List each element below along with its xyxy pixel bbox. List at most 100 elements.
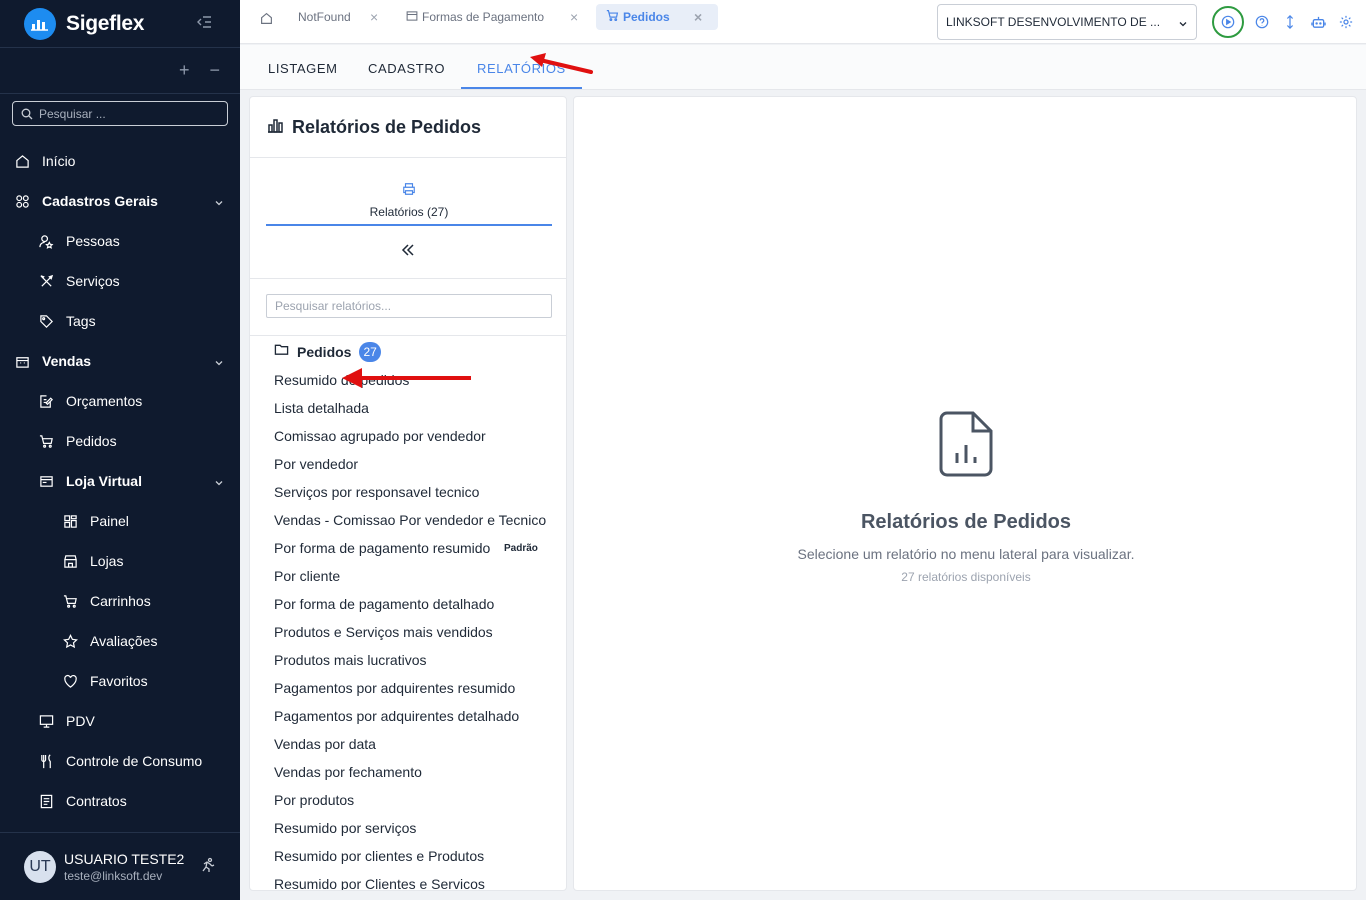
- tab-pedidos[interactable]: Pedidos ×: [596, 4, 718, 30]
- report-item[interactable]: Por forma de pagamento detalhado: [250, 590, 566, 618]
- expand-all-icon[interactable]: +: [179, 60, 190, 81]
- tab-listagem[interactable]: LISTAGEM: [268, 61, 338, 76]
- report-viewer: Relatórios de Pedidos Selecione um relat…: [573, 96, 1357, 891]
- sidebar-item-carrinhos[interactable]: Carrinhos: [0, 581, 240, 621]
- tab-relatorios-count[interactable]: Relatórios (27): [266, 182, 552, 226]
- report-item-label: Por forma de pagamento detalhado: [274, 596, 495, 612]
- report-item[interactable]: Por forma de pagamento resumido Padrão: [250, 534, 566, 562]
- star-icon: [62, 633, 78, 649]
- collapse-sidebar-icon[interactable]: [196, 14, 212, 35]
- sidebar-item-orcamentos[interactable]: Orçamentos: [0, 381, 240, 421]
- collapse-panel-icon[interactable]: [400, 242, 416, 263]
- grid-icon: [14, 193, 30, 209]
- sidebar-item-pedidos[interactable]: Pedidos: [0, 421, 240, 461]
- sidebar-item-servicos[interactable]: Serviços: [0, 261, 240, 301]
- play-tour-button[interactable]: [1212, 6, 1244, 38]
- report-item[interactable]: Pagamentos por adquirentes detalhado: [250, 702, 566, 730]
- sigeflex-logo[interactable]: [24, 7, 56, 40]
- report-item-label: Por cliente: [274, 568, 341, 584]
- dashboard-icon: [62, 513, 78, 529]
- report-item[interactable]: Comissao agrupado por vendedor: [250, 422, 566, 450]
- home-icon[interactable]: [258, 10, 274, 26]
- report-item-label: Produtos e Serviços mais vendidos: [274, 624, 493, 640]
- tab-cadastro[interactable]: CADASTRO: [368, 61, 445, 76]
- annotation-arrow-report-item: [342, 368, 471, 388]
- page-subtabs: LISTAGEM CADASTRO RELATÓRIOS: [240, 45, 1366, 90]
- sidebar-item-label: Avaliações: [90, 633, 158, 649]
- gear-icon[interactable]: [1338, 14, 1354, 30]
- user-email: teste@linksoft.dev: [64, 868, 163, 883]
- folder-pedidos[interactable]: Pedidos 27: [250, 338, 566, 366]
- bag-icon: [14, 353, 30, 369]
- sidebar-item-vendas[interactable]: Vendas: [0, 341, 240, 381]
- sidebar-item-cadastros-gerais[interactable]: Cadastros Gerais: [0, 181, 240, 221]
- report-item[interactable]: Produtos mais lucrativos: [250, 646, 566, 674]
- tab-notfound[interactable]: NotFound ×: [294, 4, 378, 30]
- sidebar-item-avaliacoes[interactable]: Avaliações: [0, 621, 240, 661]
- report-item[interactable]: Por vendedor: [250, 450, 566, 478]
- sidebar-item-label: Pessoas: [66, 233, 120, 249]
- bar-chart-icon: [266, 116, 284, 139]
- logout-runner-icon[interactable]: [200, 857, 216, 878]
- report-item-label: Resumido por Clientes e Servicos: [274, 876, 485, 891]
- sidebar-actions: + −: [0, 48, 240, 94]
- sidebar-search-input[interactable]: [39, 106, 219, 121]
- user-card[interactable]: UT USUARIO TESTE2 teste@linksoft.dev: [0, 832, 240, 900]
- report-item[interactable]: Produtos e Serviços mais vendidos: [250, 618, 566, 646]
- sidebar-item-pdv[interactable]: PDV: [0, 701, 240, 741]
- report-item[interactable]: Vendas por data: [250, 730, 566, 758]
- folder-label: Pedidos: [297, 344, 352, 360]
- report-item[interactable]: Por cliente: [250, 562, 566, 590]
- avatar: UT: [24, 850, 56, 883]
- report-item-label: Resumido por serviços: [274, 820, 417, 836]
- sidebar-item-inicio[interactable]: Início: [0, 141, 240, 181]
- sidebar-item-label: Início: [42, 153, 76, 169]
- report-item[interactable]: Serviços por responsavel tecnico: [250, 478, 566, 506]
- count-badge: 27: [359, 342, 381, 362]
- close-icon[interactable]: ×: [570, 9, 578, 25]
- shop-icon: [62, 553, 78, 569]
- annotation-arrow-relatorios: [530, 53, 593, 74]
- report-item[interactable]: Vendas - Comissao Por vendedor e Tecnico: [250, 506, 566, 534]
- sidebar-item-contratos[interactable]: Contratos: [0, 781, 240, 821]
- tab-formas-de-pagamento[interactable]: Formas de Pagamento ×: [406, 4, 578, 30]
- reports-search-input[interactable]: [266, 294, 552, 318]
- report-item[interactable]: Resumido por serviços: [250, 814, 566, 842]
- company-select[interactable]: LINKSOFT DESENVOLVIMENTO DE ...: [937, 4, 1197, 40]
- report-item[interactable]: Por produtos: [250, 786, 566, 814]
- sidebar-item-label: Favoritos: [90, 673, 148, 689]
- sidebar-item-label: Serviços: [66, 273, 120, 289]
- sidebar-item-lojas[interactable]: Lojas: [0, 541, 240, 581]
- utensils-icon: [38, 753, 54, 769]
- report-item[interactable]: Lista detalhada: [250, 394, 566, 422]
- sidebar: Sigeflex + − Início Cadastros Gerais Pes…: [0, 0, 240, 900]
- sidebar-search[interactable]: [12, 101, 228, 126]
- report-item[interactable]: Resumido por Clientes e Servicos: [250, 870, 566, 891]
- sidebar-item-favoritos[interactable]: Favoritos: [0, 661, 240, 701]
- report-item[interactable]: Vendas por fechamento: [250, 758, 566, 786]
- chevron-down-icon: [214, 475, 224, 491]
- sort-vertical-icon[interactable]: [1282, 14, 1298, 30]
- user-star-icon: [38, 233, 54, 249]
- report-item[interactable]: Resumido por clientes e Produtos: [250, 842, 566, 870]
- close-icon[interactable]: ×: [694, 9, 702, 25]
- report-item-label: Resumido por clientes e Produtos: [274, 848, 485, 864]
- sidebar-item-painel[interactable]: Painel: [0, 501, 240, 541]
- sidebar-item-tags[interactable]: Tags: [0, 301, 240, 341]
- collapse-all-icon[interactable]: −: [209, 60, 220, 81]
- sidebar-item-loja-virtual[interactable]: Loja Virtual: [0, 461, 240, 501]
- report-item[interactable]: Pagamentos por adquirentes resumido: [250, 674, 566, 702]
- store-card-icon: [38, 473, 54, 489]
- sidebar-item-controle-de-consumo[interactable]: Controle de Consumo: [0, 741, 240, 781]
- close-icon[interactable]: ×: [370, 9, 378, 25]
- chevron-down-icon: [1178, 18, 1188, 32]
- cart-icon: [606, 9, 619, 25]
- help-icon[interactable]: [1254, 14, 1270, 30]
- company-select-value: LINKSOFT DESENVOLVIMENTO DE ...: [946, 15, 1161, 29]
- sidebar-item-pessoas[interactable]: Pessoas: [0, 221, 240, 261]
- chevron-down-icon: [214, 195, 224, 211]
- play-icon: [1221, 15, 1235, 29]
- robot-icon[interactable]: [1310, 14, 1326, 30]
- report-item-label: Comissao agrupado por vendedor: [274, 428, 486, 444]
- sidebar-item-label: Loja Virtual: [66, 473, 142, 489]
